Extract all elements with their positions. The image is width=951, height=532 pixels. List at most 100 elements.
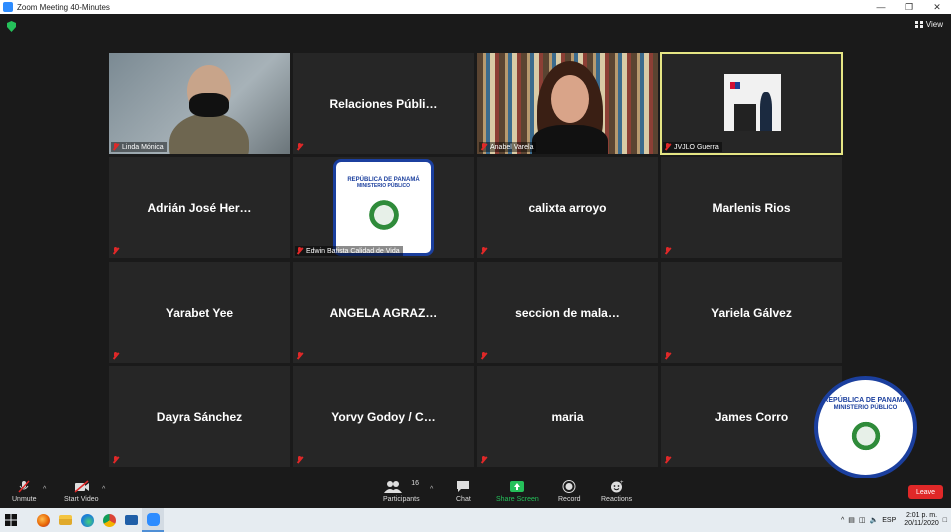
participant-name: Relaciones Públi… <box>329 96 438 111</box>
participant-tile[interactable]: REPÚBLICA DE PANAMÁ MINISTERIO PÚBLICO Edw… <box>293 157 474 258</box>
windows-taskbar: ^ ▤ ◫ 🔈 ESP 2:01 p. m. 20/11/2020 □ <box>0 508 951 532</box>
window-title: Zoom Meeting 40-Minutes <box>17 2 110 12</box>
participant-caption <box>479 246 490 256</box>
notifications-icon[interactable]: □ <box>943 517 947 524</box>
participant-name: maria <box>551 409 584 424</box>
participant-tile[interactable]: seccion de mala… <box>477 262 658 363</box>
participant-tile[interactable]: Adrián José Her… <box>109 157 290 258</box>
participant-tile[interactable]: Yariela Gálvez <box>661 262 842 363</box>
participant-caption <box>111 246 122 256</box>
logo-line2: MINISTERIO PÚBLICO <box>833 404 898 411</box>
chrome-taskbar-icon[interactable] <box>98 508 120 532</box>
participant-name: Yorvy Godoy / C… <box>331 409 436 424</box>
participant-tile[interactable]: maria <box>477 366 658 467</box>
muted-mic-icon <box>480 456 487 464</box>
participant-name: Marlenis Rios <box>712 200 791 215</box>
participant-video-head <box>551 75 589 123</box>
network-icon[interactable]: ▤ <box>848 516 855 524</box>
muted-mic-icon <box>112 143 119 151</box>
participant-tile[interactable]: JVJLO Guerra <box>660 52 843 155</box>
face-mask <box>189 93 229 117</box>
muted-mic-icon <box>664 352 671 360</box>
edge-taskbar-icon[interactable] <box>76 508 98 532</box>
participant-tile[interactable]: ANGELA AGRAZ… <box>293 262 474 363</box>
participant-tile[interactable]: Yorvy Godoy / C… <box>293 366 474 467</box>
muted-mic-icon <box>296 456 303 464</box>
tray-overflow-icon[interactable]: ^ <box>841 517 844 524</box>
file-explorer-taskbar-icon[interactable] <box>54 508 76 532</box>
minimize-button[interactable]: — <box>867 0 895 14</box>
muted-mic-icon <box>664 456 671 464</box>
participant-caption <box>111 351 122 361</box>
video-options-caret-icon[interactable]: ^ <box>102 486 105 493</box>
participant-caption-name: Linda Mónica <box>122 143 164 151</box>
firefox-taskbar-icon[interactable] <box>32 508 54 532</box>
participants-options-caret-icon[interactable]: ^ <box>430 486 433 493</box>
reactions-smiley-icon: + <box>610 480 624 493</box>
participant-caption-name: JVJLO Guerra <box>674 143 719 151</box>
start-button[interactable] <box>0 508 22 532</box>
muted-mic-icon <box>296 247 303 255</box>
view-label: View <box>925 20 943 29</box>
participant-video-thumbnail <box>724 74 781 131</box>
window-controls: — ❐ ✕ <box>867 0 951 14</box>
devices-icon[interactable]: ◫ <box>859 516 866 524</box>
record-label: Record <box>558 496 581 503</box>
restore-button[interactable]: ❐ <box>895 0 923 14</box>
leave-button[interactable]: Leave <box>908 485 943 499</box>
participants-button[interactable]: 16 Participants <box>383 480 420 503</box>
share-screen-icon <box>510 480 525 493</box>
participant-tile[interactable]: calixta arroyo <box>477 157 658 258</box>
start-video-button[interactable]: Start Video <box>64 480 99 503</box>
logo-line1: REPÚBLICA DE PANAMÁ <box>823 397 908 405</box>
zoom-taskbar-icon[interactable] <box>142 508 164 532</box>
meeting-stage: View Linda Mónica Relaciones Públi… Anabel… <box>0 14 951 479</box>
participant-tile[interactable]: Anabel Varela <box>477 53 658 154</box>
institute-logo-watermark: REPÚBLICA DE PANAMÁ MINISTERIO PÚBLICO <box>814 376 917 479</box>
participant-name: Yariela Gálvez <box>711 305 792 320</box>
clock-date: 20/11/2020 <box>904 520 939 527</box>
muted-mic-icon <box>112 456 119 464</box>
scales-emblem-icon <box>360 191 407 238</box>
participants-icon: 16 <box>384 480 419 493</box>
chat-button[interactable]: Chat <box>456 480 471 503</box>
clock-time: 2:01 p. m. <box>905 511 938 519</box>
system-tray: ^ ▤ ◫ 🔈 ESP 2:01 p. m. 20/11/2020 □ <box>841 508 951 532</box>
participant-tile[interactable]: Linda Mónica <box>109 53 290 154</box>
participant-caption-name: Edwin Batista Calidad de Vida <box>306 247 400 255</box>
participants-label: Participants <box>383 496 420 503</box>
photos-taskbar-icon[interactable] <box>120 508 142 532</box>
institute-logo: REPÚBLICA DE PANAMÁ MINISTERIO PÚBLICO <box>333 159 434 256</box>
participant-caption <box>295 455 306 465</box>
participant-caption: Linda Mónica <box>111 142 167 152</box>
view-button[interactable]: View <box>914 20 943 29</box>
reactions-button[interactable]: + Reactions <box>601 480 632 503</box>
record-icon <box>562 480 576 493</box>
taskbar-clock[interactable]: 2:01 p. m. 20/11/2020 <box>904 512 939 528</box>
participant-caption <box>295 142 306 152</box>
svg-text:+: + <box>620 480 624 486</box>
unmute-button[interactable]: Unmute <box>12 480 37 503</box>
muted-microphone-icon <box>17 480 31 493</box>
keyboard-language[interactable]: ESP <box>882 517 896 524</box>
windows-logo-icon <box>5 514 17 526</box>
participant-tile[interactable]: Relaciones Públi… <box>293 53 474 154</box>
participant-name: Adrián José Her… <box>147 200 252 215</box>
participant-tile[interactable]: Marlenis Rios <box>661 157 842 258</box>
participant-tile[interactable]: Dayra Sánchez <box>109 366 290 467</box>
share-screen-label: Share Screen <box>496 496 539 503</box>
security-shield-icon[interactable] <box>7 21 16 32</box>
share-screen-button[interactable]: Share Screen <box>496 480 539 503</box>
muted-mic-icon <box>480 247 487 255</box>
participant-name: ANGELA AGRAZ… <box>329 305 438 320</box>
participant-caption <box>663 351 674 361</box>
volume-icon[interactable]: 🔈 <box>870 516 879 524</box>
record-button[interactable]: Record <box>558 480 581 503</box>
participant-name: calixta arroyo <box>528 200 607 215</box>
close-button[interactable]: ✕ <box>923 0 951 14</box>
audio-options-caret-icon[interactable]: ^ <box>43 486 46 493</box>
participant-tile[interactable]: Yarabet Yee <box>109 262 290 363</box>
participant-clothing <box>532 125 608 154</box>
participant-name: seccion de mala… <box>515 305 620 320</box>
scales-emblem-icon <box>843 413 888 458</box>
